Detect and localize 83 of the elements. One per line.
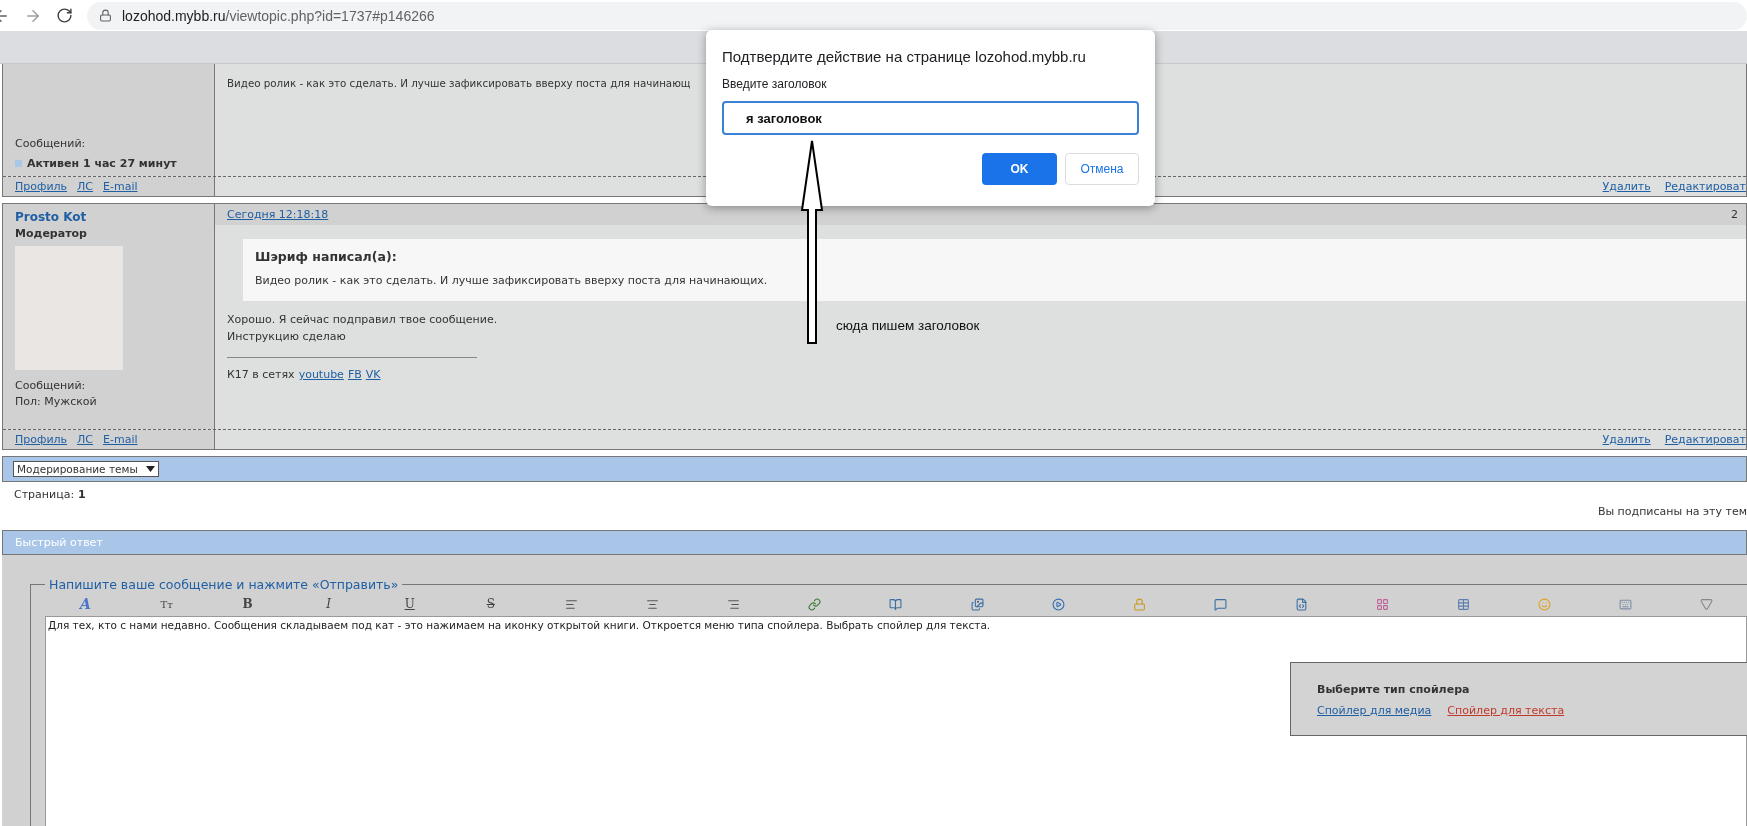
cancel-button[interactable]: Отмена — [1065, 153, 1139, 185]
pages-label: Страница: — [14, 488, 75, 501]
annotation-text: сюда пишем заголовок — [836, 318, 980, 333]
align-right-button[interactable] — [727, 597, 741, 611]
font-color-button[interactable]: A — [80, 596, 91, 612]
play-icon — [1051, 597, 1065, 611]
spoiler-menu-title: Выберите тип спойлера — [1317, 683, 1471, 696]
profile-link[interactable]: Профиль — [15, 433, 68, 446]
align-right-icon — [727, 597, 741, 611]
script-icon — [1294, 597, 1308, 611]
post-number: 2 — [1731, 208, 1738, 221]
align-center-button[interactable] — [646, 597, 660, 611]
align-left-icon — [565, 597, 579, 611]
ok-button[interactable]: OK — [982, 153, 1057, 185]
url-host: lozohod.mybb.ru — [122, 7, 226, 24]
user-stat: Пол: Мужской — [15, 395, 98, 408]
delete-link[interactable]: Удалить — [1602, 180, 1651, 193]
post-text: Инструкцию сделаю — [227, 330, 346, 343]
keyboard-icon — [1618, 597, 1632, 611]
spoiler-option[interactable]: Спойлер для медиа — [1317, 704, 1432, 717]
delete-link[interactable]: Удалить — [1602, 433, 1651, 446]
table-icon — [1456, 597, 1470, 611]
quote-author: Шэриф написал(а): — [255, 249, 398, 264]
link-button[interactable] — [808, 597, 822, 611]
signature-link[interactable]: youtube — [298, 368, 344, 381]
activity-status: Активен 1 час 27 минут — [27, 157, 177, 170]
signature-link[interactable]: VK — [365, 368, 381, 381]
pm-link[interactable]: ЛС — [77, 433, 93, 446]
title-input[interactable]: я заголовок — [722, 101, 1139, 135]
form-legend: Напишите ваше сообщение и нажмите «Отправить» — [45, 577, 403, 592]
images-icon — [970, 597, 984, 611]
images-button[interactable] — [970, 597, 984, 611]
speech-bubble-icon — [1213, 597, 1227, 611]
lock-icon — [99, 9, 112, 22]
edit-link[interactable]: Редактироват — [1664, 180, 1746, 193]
font-size-button[interactable]: Tт — [160, 598, 173, 610]
triangle-down-button[interactable] — [1699, 597, 1713, 611]
signature-text: К17 в сетях — [227, 368, 295, 381]
strikethrough-button[interactable]: S — [486, 597, 495, 611]
align-center-icon — [646, 597, 660, 611]
padlock-icon — [1132, 597, 1146, 611]
link-icon — [808, 597, 822, 611]
color-grid-button[interactable] — [1375, 597, 1389, 611]
book-button[interactable] — [889, 597, 903, 611]
book-icon — [889, 597, 903, 611]
color-grid-icon — [1375, 597, 1389, 611]
speech-bubble-button[interactable] — [1213, 597, 1227, 611]
dialog-title: Подтвердите действие на странице lozohod.mybb.ru — [722, 48, 1087, 65]
post-date-link[interactable]: Сегодня 12:18:18 — [227, 208, 329, 221]
user-stat: Сообщений: — [15, 379, 87, 392]
user-stat: Сообщений: — [15, 137, 87, 150]
signature-link[interactable]: FB — [347, 368, 362, 381]
play-button[interactable] — [1051, 597, 1065, 611]
table-button[interactable] — [1456, 597, 1470, 611]
current-page: 1 — [78, 488, 86, 501]
triangle-down-icon — [1699, 597, 1713, 611]
script-button[interactable] — [1294, 597, 1308, 611]
post-author[interactable]: Prosto Kot — [15, 210, 202, 224]
spoiler-option[interactable]: Спойлер для текста — [1447, 704, 1565, 717]
user-role: Модератор — [15, 227, 88, 240]
subscription-note: Вы подписаны на эту тем — [1597, 505, 1747, 518]
email-link[interactable]: E-mail — [103, 433, 138, 446]
address-bar[interactable]: lozohod.mybb.ru/viewtopic.php?id=1737#p146266 — [87, 1, 1747, 30]
quick-reply-header: Быстрый ответ — [2, 530, 1747, 555]
reload-icon[interactable] — [56, 7, 73, 24]
italic-button[interactable]: I — [326, 597, 332, 611]
moderation-select[interactable]: Модерирование темы — [13, 461, 159, 477]
align-left-button[interactable] — [565, 597, 579, 611]
quote-text: Видео ролик - как это сделать. И лучше зафиксировать вверху поста для начинающих. — [255, 274, 769, 287]
post-text: Видео ролик - как это сделать. И лучше зафиксировать вверху поста для начинающ — [227, 77, 691, 89]
online-status-icon — [15, 160, 22, 167]
edit-link[interactable]: Редактироват — [1664, 433, 1746, 446]
email-link[interactable]: E-mail — [103, 180, 138, 193]
smiley-icon — [1537, 597, 1551, 611]
caret-icon — [145, 466, 155, 472]
pm-link[interactable]: ЛС — [77, 180, 93, 193]
bold-button[interactable]: B — [242, 597, 253, 611]
underline-button[interactable]: U — [404, 597, 415, 611]
post-text: Хорошо. Я сейчас подправил твое сообщение. — [227, 313, 498, 326]
profile-link[interactable]: Профиль — [15, 180, 68, 193]
dialog-prompt: Введите заголовок — [722, 77, 828, 91]
url-path: /viewtopic.php?id=1737#p146266 — [225, 7, 435, 24]
keyboard-button[interactable] — [1618, 597, 1632, 611]
